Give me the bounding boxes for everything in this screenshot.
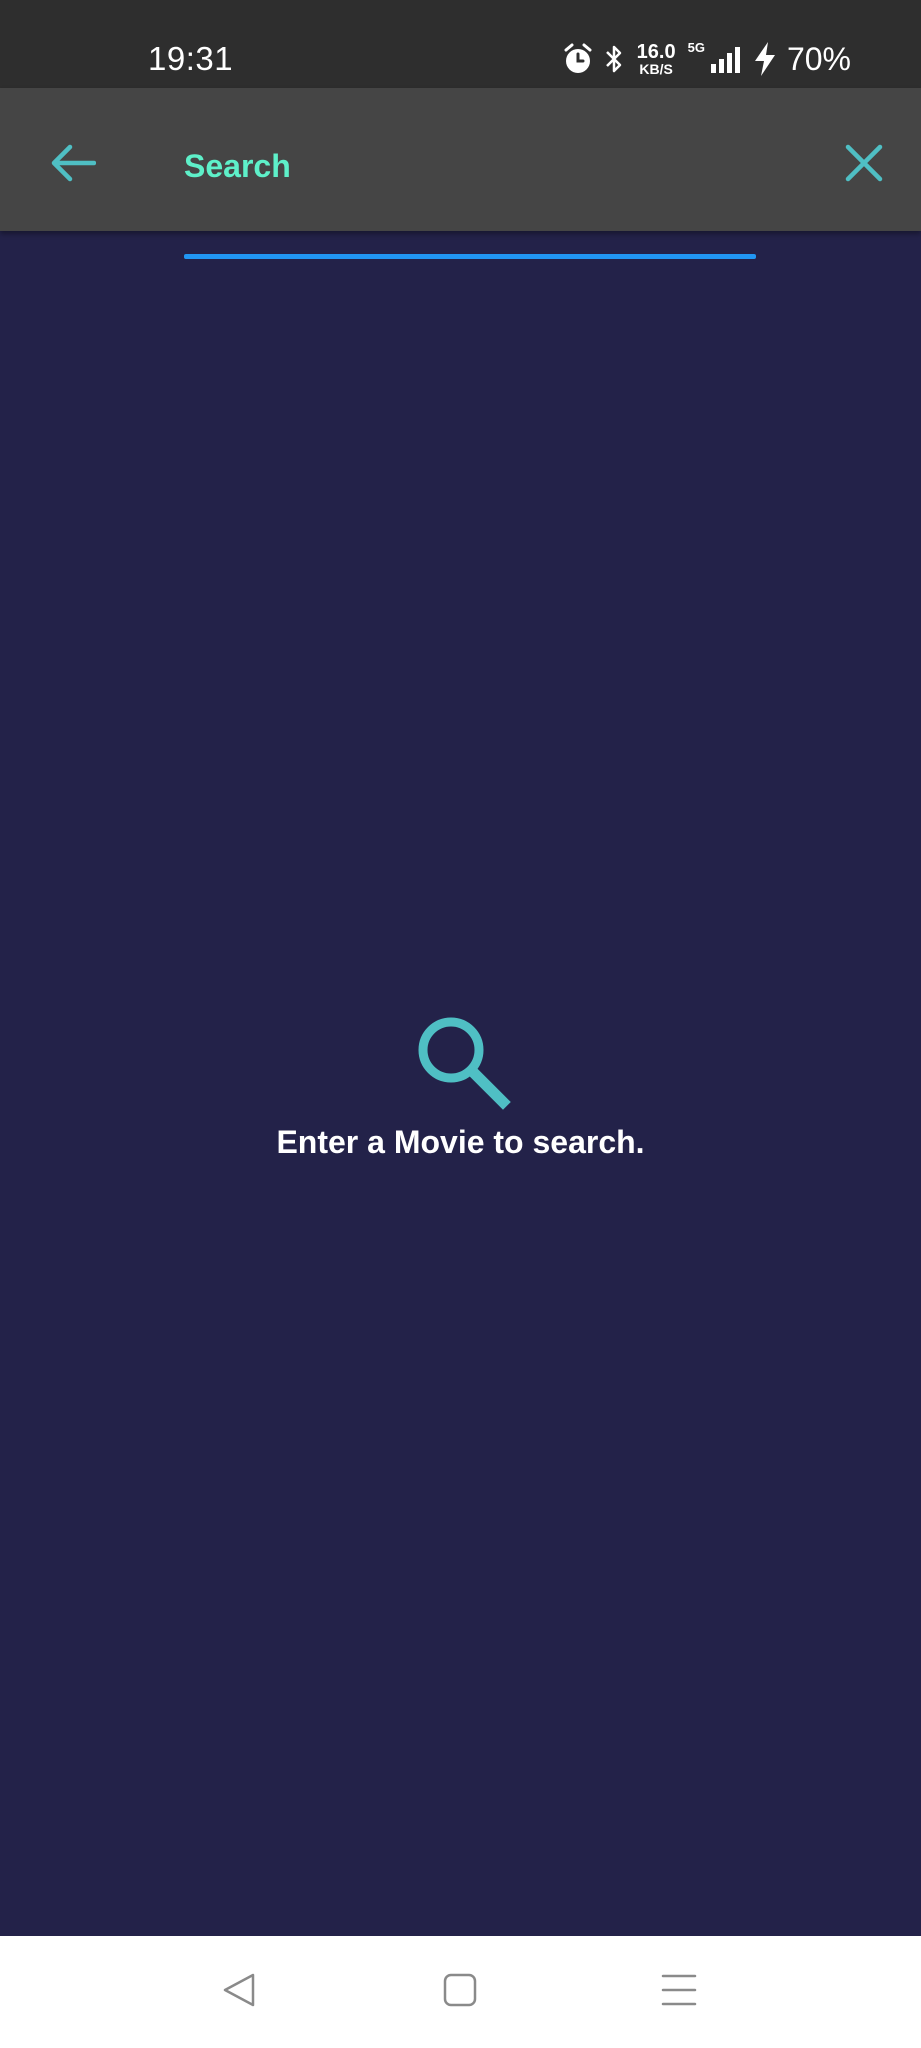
menu-lines-icon xyxy=(660,1972,698,2013)
empty-state: Enter a Movie to search. xyxy=(0,1010,921,1162)
empty-state-message: Enter a Movie to search. xyxy=(276,1124,645,1160)
search-icon xyxy=(411,1010,511,1110)
nav-back-button[interactable] xyxy=(207,1960,271,2024)
search-underline xyxy=(184,254,756,259)
net-speed: 16.0 KB/S xyxy=(637,42,676,76)
net-speed-unit: KB/S xyxy=(639,61,673,77)
status-bar: 19:31 16.0 KB/S 5G 70% xyxy=(0,0,921,88)
back-triangle-icon xyxy=(221,1972,257,2013)
net-speed-value: 16.0 xyxy=(636,41,676,63)
bluetooth-icon xyxy=(603,43,625,75)
nav-home-button[interactable] xyxy=(428,1960,492,2024)
signal-icon xyxy=(709,44,743,74)
network-type: 5G xyxy=(687,40,705,55)
clear-button[interactable] xyxy=(829,130,899,200)
search-toolbar xyxy=(0,88,921,259)
home-square-icon xyxy=(442,1972,478,2013)
back-button[interactable] xyxy=(38,130,108,200)
arrow-left-icon xyxy=(50,143,97,188)
search-field xyxy=(184,124,756,259)
charging-icon xyxy=(753,41,777,77)
status-time: 19:31 xyxy=(148,40,234,77)
status-icons: 16.0 KB/S 5G 70% xyxy=(563,36,851,82)
search-input[interactable] xyxy=(184,124,756,208)
navigation-bar xyxy=(0,1936,921,2048)
battery-percent: 70% xyxy=(786,41,851,77)
alarm-icon xyxy=(563,43,593,75)
close-icon xyxy=(844,143,884,188)
nav-menu-button[interactable] xyxy=(647,1960,711,2024)
